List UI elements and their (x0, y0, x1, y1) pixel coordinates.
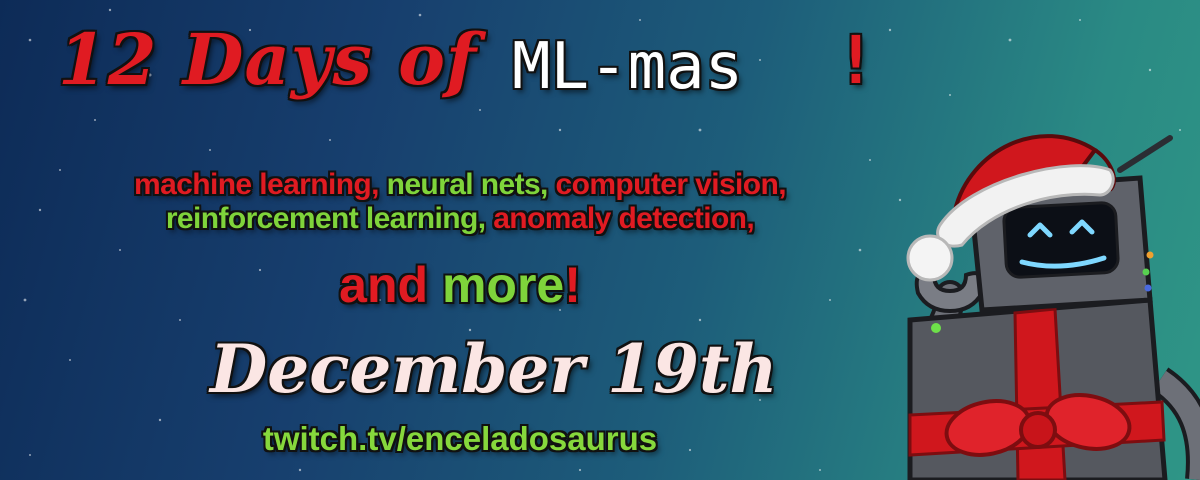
topic-reinforcement-learning: reinforcement learning, (165, 202, 494, 235)
event-date: December 19th (210, 330, 778, 408)
title-script: 12 Days of (58, 18, 478, 101)
topic-machine-learning: machine learning, (134, 168, 387, 201)
title-mono: ML-mas (512, 30, 744, 104)
title-exclaim: ! (836, 22, 876, 99)
more-exclaim: ! (564, 257, 581, 313)
banner: 12 Days of ML-mas ! machine learning, ne… (0, 0, 1200, 480)
robot-with-santa-hat-icon (906, 134, 1200, 480)
and-text: and (339, 257, 442, 313)
topic-neural-nets: neural nets, (386, 168, 556, 201)
more-text: more (441, 257, 565, 313)
